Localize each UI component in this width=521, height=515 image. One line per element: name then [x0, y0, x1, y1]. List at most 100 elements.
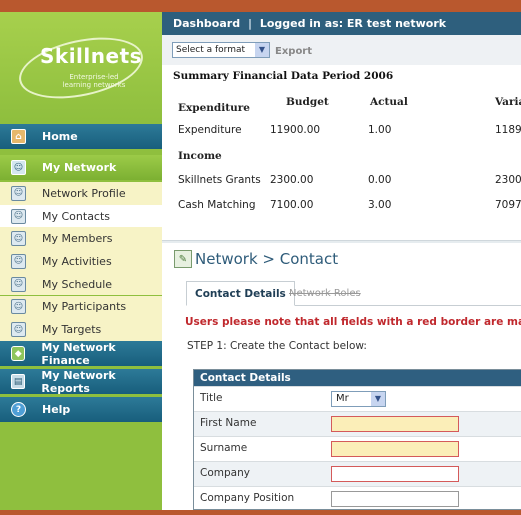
title-label: Title [200, 392, 223, 404]
breadcrumb: ✎ Network > Contact [174, 248, 338, 270]
step-instruction: STEP 1: Create the Contact below: [187, 340, 367, 352]
participants-icon: ☺ [11, 299, 26, 315]
sidebar-item-label: My Network Reports [41, 368, 116, 395]
tab-bar: Contact Details Network Roles [186, 281, 521, 306]
app-frame: Skillnets Enterprise-led learning networ… [0, 0, 521, 515]
tab-network-roles[interactable]: Network Roles [289, 281, 361, 306]
sidebar: Skillnets Enterprise-led learning networ… [0, 12, 162, 510]
sidebar-item-label: My Network [42, 161, 117, 174]
column-header: Budget [286, 96, 329, 108]
reports-icon: ▤ [11, 374, 26, 389]
format-select-value: Select a format [176, 45, 246, 55]
home-icon: ⌂ [11, 129, 26, 144]
actual-value: 3.00 [368, 199, 392, 211]
sidebar-item-my-participants[interactable]: ☺ My Participants [0, 295, 162, 319]
contacts-icon: ☺ [11, 208, 26, 224]
variance-value: 2300.0 [495, 174, 521, 186]
form-row-title: Title Mr ▼ [194, 386, 521, 411]
logo-tagline-line-1: Enterprise-led [69, 73, 119, 81]
company-position-label: Company Position [200, 492, 295, 504]
header-bar: Dashboard | Logged in as: ER test networ… [162, 12, 521, 35]
budget-value: 11900.00 [270, 124, 321, 136]
activities-icon: ☺ [11, 253, 26, 269]
title-select-value: Mr [336, 393, 349, 404]
sidebar-item-my-network-reports[interactable]: ▤ My Network Reports [0, 368, 162, 395]
help-icon: ? [11, 402, 26, 417]
row-name: Skillnets Grants [178, 174, 261, 186]
sidebar-item-help[interactable]: ? Help [0, 397, 162, 422]
main-content: Dashboard | Logged in as: ER test networ… [162, 12, 521, 510]
budget-value: 2300.00 [270, 174, 314, 186]
form-header: Contact Details [194, 370, 521, 386]
dashboard-link[interactable]: Dashboard [173, 17, 240, 30]
chevron-down-icon: ▼ [371, 392, 385, 406]
company-position-field[interactable] [331, 491, 459, 507]
skillnets-logo: Skillnets Enterprise-led learning networ… [0, 12, 162, 120]
tab-contact-details[interactable]: Contact Details [186, 281, 295, 306]
top-border [0, 0, 521, 12]
logo-tagline-line-2: learning networks [62, 81, 126, 89]
schedule-icon: ☺ [11, 276, 26, 292]
sidebar-item-label: Home [42, 130, 78, 143]
surname-label: Surname [200, 442, 248, 454]
column-header: Actual [370, 96, 408, 108]
sidebar-item-label: My Schedule [42, 277, 113, 291]
logo-swoosh [13, 27, 149, 109]
header-separator: | [247, 17, 252, 30]
export-toolbar: Select a format ▼ Export [162, 35, 521, 65]
row-name: Cash Matching [178, 199, 256, 211]
bottom-border [0, 510, 521, 515]
surname-field[interactable] [331, 441, 459, 457]
sidebar-item-label: Help [42, 403, 71, 416]
finance-icon: ◆ [11, 346, 26, 361]
sidebar-item-label: My Contacts [42, 209, 111, 223]
row-name: Expenditure [178, 124, 242, 136]
form-row-first-name: First Name [194, 411, 521, 436]
title-select[interactable]: Mr ▼ [331, 391, 386, 407]
sidebar-item-label: My Participants [42, 300, 127, 314]
form-row-company-position: Company Position [194, 486, 521, 510]
contact-details-form: Contact Details Title Mr ▼ First Name Su… [193, 369, 521, 510]
variance-value: 11899 [495, 124, 521, 136]
variance-value: 7097.0 [495, 199, 521, 211]
column-header: Varia [495, 96, 521, 108]
sidebar-item-my-targets[interactable]: ☺ My Targets [0, 318, 162, 341]
sidebar-item-label: My Activities [42, 254, 112, 268]
budget-value: 7100.00 [270, 199, 314, 211]
chevron-down-icon: ▼ [255, 43, 269, 57]
form-row-surname: Surname [194, 436, 521, 461]
page-icon: ✎ [174, 250, 192, 268]
logged-in-label: Logged in as: ER test network [259, 17, 447, 30]
export-button[interactable]: Export [275, 46, 312, 57]
column-header: Expenditure [178, 102, 250, 114]
targets-icon: ☺ [11, 322, 26, 338]
sidebar-item-label: My Targets [42, 323, 102, 337]
sidebar-item-my-network-finance[interactable]: ◆ My Network Finance [0, 341, 162, 367]
sidebar-item-my-contacts[interactable]: ☺ My Contacts [0, 204, 162, 228]
summary-title: Summary Financial Data Period 2006 [173, 70, 394, 82]
required-fields-warning: Users please note that all fields with a… [185, 316, 521, 328]
sidebar-item-my-activities[interactable]: ☺ My Activities [0, 250, 162, 273]
company-field[interactable] [331, 466, 459, 482]
actual-value: 1.00 [368, 124, 392, 136]
first-name-label: First Name [200, 417, 257, 429]
members-icon: ☺ [11, 231, 26, 247]
network-icon: ☺ [11, 160, 26, 175]
sidebar-item-network-profile[interactable]: ☺ Network Profile [0, 182, 162, 205]
first-name-field[interactable] [331, 416, 459, 432]
sidebar-item-home[interactable]: ⌂ Home [0, 124, 162, 149]
sidebar-item-my-network[interactable]: ☺ My Network [0, 155, 162, 180]
logo-brand: Skillnets [40, 44, 143, 68]
page-title: Network > Contact [195, 250, 339, 268]
company-label: Company [200, 467, 250, 479]
sidebar-item-label: Network Profile [42, 186, 126, 200]
actual-value: 0.00 [368, 174, 392, 186]
section-divider [162, 240, 521, 243]
sidebar-item-my-schedule[interactable]: ☺ My Schedule [0, 272, 162, 296]
format-select[interactable]: Select a format ▼ [172, 42, 270, 58]
sidebar-item-my-members[interactable]: ☺ My Members [0, 227, 162, 251]
profile-icon: ☺ [11, 185, 26, 201]
income-heading: Income [178, 150, 222, 162]
sidebar-item-label: My Members [42, 232, 113, 246]
logo-tagline: Enterprise-led learning networks [54, 73, 134, 89]
